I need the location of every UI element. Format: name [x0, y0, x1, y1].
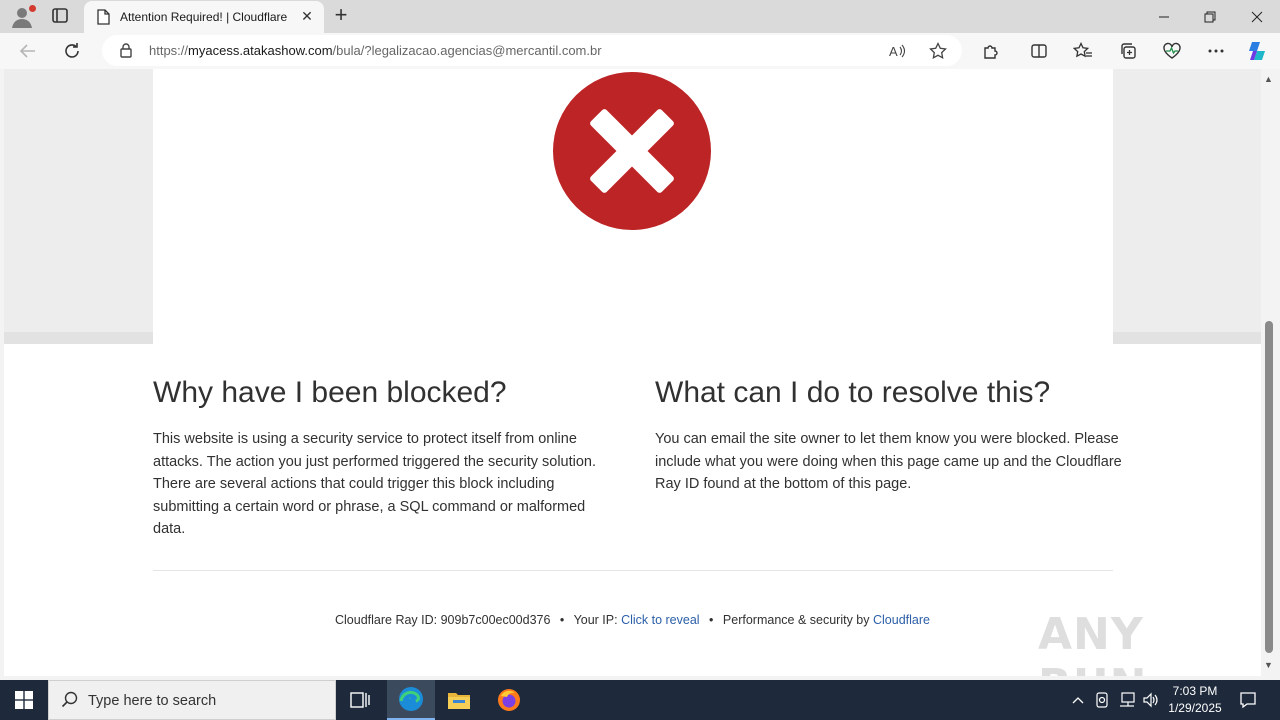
windows-taskbar: Type here to search 7:03 PM 1/29/2025 [0, 680, 1280, 720]
notification-dot [29, 5, 36, 12]
split-screen-icon[interactable] [1025, 37, 1053, 65]
search-icon [61, 691, 79, 714]
footer-bullet: • [559, 613, 565, 627]
ellipsis-icon[interactable] [1202, 37, 1230, 65]
ip-label: Your IP: [573, 613, 618, 627]
tab-title: Attention Required! | Cloudflare [120, 10, 288, 24]
restore-icon[interactable] [1187, 0, 1233, 33]
resolve-heading: What can I do to resolve this? [655, 376, 1051, 409]
scroll-up-icon[interactable]: ▲ [1264, 74, 1273, 84]
star-icon[interactable] [924, 37, 952, 65]
error-x-icon [553, 72, 711, 230]
page-scrollbar[interactable]: ▲ ▼ [1261, 69, 1280, 676]
band-shadow-right [1113, 332, 1261, 344]
collections-icon[interactable] [1114, 37, 1142, 65]
device-icon[interactable] [1092, 680, 1112, 720]
resolve-text: You can email the site owner to let them… [655, 431, 1122, 492]
network-icon[interactable] [1116, 680, 1138, 720]
ray-id-label: Cloudflare Ray ID: [335, 613, 438, 627]
copilot-icon[interactable] [1243, 37, 1271, 65]
search-placeholder: Type here to search [88, 693, 217, 709]
why-blocked-heading: Why have I been blocked? [153, 376, 507, 409]
browser-toolbar: https://myacess.atakashow.com/bula/?lega… [0, 33, 1280, 69]
address-bar[interactable]: https://myacess.atakashow.com/bula/?lega… [102, 35, 962, 66]
footer-divider [153, 570, 1113, 571]
svg-text:A: A [889, 44, 898, 59]
lock-icon[interactable] [119, 43, 133, 63]
performance-label: Performance & security by [722, 613, 870, 627]
read-aloud-icon[interactable]: A [884, 37, 912, 65]
tab-bar: Attention Required! | Cloudflare ✕ + [0, 0, 1280, 33]
close-window-icon[interactable] [1234, 0, 1280, 33]
clock-date: 1/29/2025 [1168, 701, 1222, 715]
new-tab-icon[interactable]: + [330, 4, 352, 28]
volume-icon[interactable] [1140, 680, 1162, 720]
taskbar-clock[interactable]: 7:03 PM 1/29/2025 [1160, 683, 1230, 717]
back-arrow-icon[interactable] [14, 37, 42, 65]
url-scheme: https:// [149, 43, 189, 58]
band-shadow-left [4, 332, 153, 344]
click-to-reveal-link[interactable]: Click to reveal [621, 613, 700, 627]
active-tab[interactable]: Attention Required! | Cloudflare ✕ [84, 1, 324, 33]
scroll-down-icon[interactable]: ▼ [1264, 660, 1273, 670]
edge-icon[interactable] [387, 680, 435, 720]
minimize-icon[interactable] [1141, 0, 1187, 33]
puzzle-icon[interactable] [977, 37, 1005, 65]
windows-start-icon[interactable] [0, 680, 48, 720]
taskbar-search-box[interactable]: Type here to search [48, 680, 336, 720]
tab-actions-icon[interactable] [48, 5, 72, 27]
heart-pulse-icon[interactable] [1158, 37, 1186, 65]
url-path: /bula/?legalizacao.agencias@mercantil.co… [332, 43, 602, 58]
page-icon [96, 9, 110, 30]
profile-icon[interactable] [10, 5, 36, 29]
task-view-icon[interactable] [336, 680, 384, 720]
cloudflare-link[interactable]: Cloudflare [873, 613, 930, 627]
favorites-icon[interactable] [1069, 37, 1097, 65]
clock-time: 7:03 PM [1172, 684, 1218, 698]
tab-close-icon[interactable]: ✕ [298, 7, 316, 25]
notifications-icon[interactable] [1236, 680, 1260, 720]
url-text[interactable]: https://myacess.atakashow.com/bula/?lega… [149, 43, 602, 58]
chevron-up-icon[interactable] [1068, 680, 1088, 720]
refresh-icon[interactable] [58, 37, 86, 65]
anyrun-watermark: ANY RUN [1038, 609, 1146, 676]
why-blocked-text: This website is using a security service… [153, 431, 597, 537]
scroll-thumb[interactable] [1265, 321, 1273, 653]
file-explorer-icon[interactable] [435, 680, 483, 720]
firefox-icon[interactable] [485, 680, 533, 720]
footer-bullet: • [709, 613, 714, 627]
url-host: myacess.atakashow.com [188, 43, 333, 58]
ray-id-value: 909b7c00ec00d376 [440, 613, 551, 627]
page-viewport: Why have I been blocked? This website is… [4, 69, 1261, 676]
